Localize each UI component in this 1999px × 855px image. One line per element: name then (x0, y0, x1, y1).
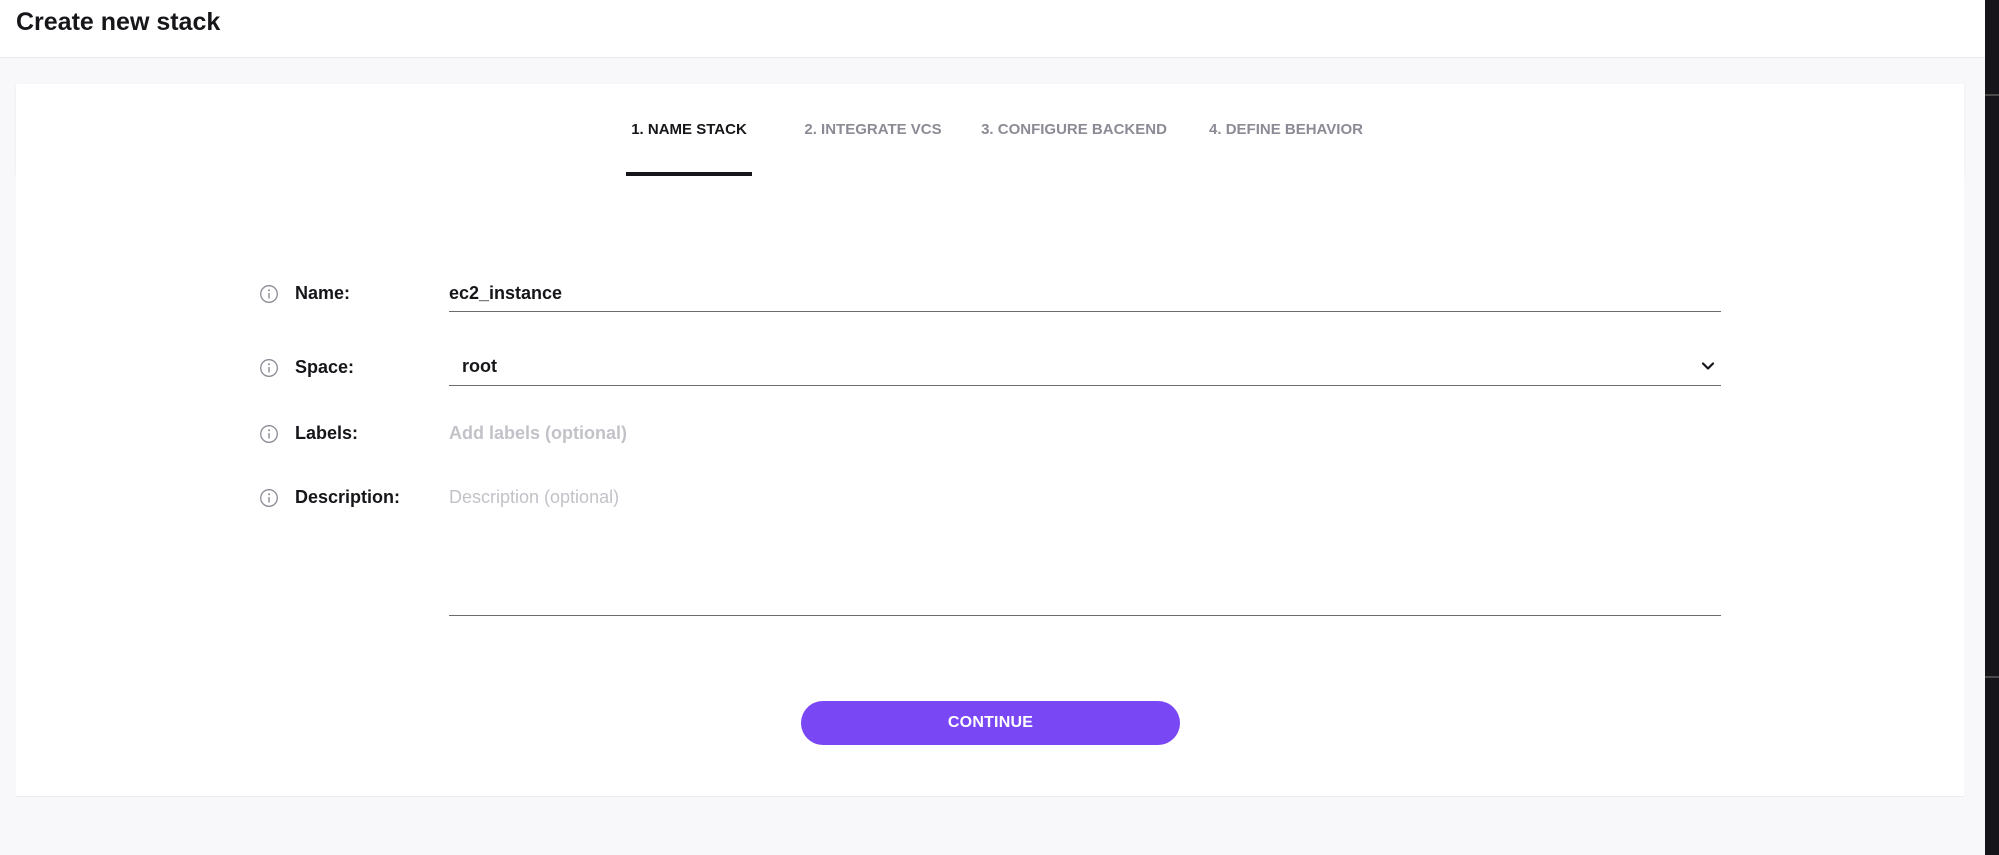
description-input[interactable] (449, 487, 1721, 616)
wizard-steps: 1. NAME STACK 2. INTEGRATE VCS 3. CONFIG… (16, 84, 1964, 176)
space-selected-value: root (462, 356, 497, 376)
page-title: Create new stack (16, 8, 221, 36)
window-edge-mark (1985, 676, 1999, 678)
window-edge-mark (1985, 94, 1999, 96)
continue-button[interactable]: CONTINUE (801, 701, 1180, 745)
description-label: Description: (295, 487, 401, 507)
description-info-icon[interactable] (259, 488, 279, 508)
stack-form: Name: Space: root Labels: De (16, 176, 1964, 797)
name-label: Name: (295, 283, 351, 303)
tab-name-stack[interactable]: 1. NAME STACK (626, 84, 752, 176)
labels-label: Labels: (295, 423, 359, 443)
window-edge (1985, 0, 1999, 855)
name-info-icon[interactable] (259, 284, 279, 304)
page-header: Create new stack (0, 0, 1985, 58)
space-select[interactable]: root (449, 347, 1721, 386)
tab-define-behavior[interactable]: 4. DEFINE BEHAVIOR (1189, 84, 1383, 176)
labels-info-icon[interactable] (259, 424, 279, 444)
labels-input[interactable] (449, 418, 1721, 448)
tab-configure-backend[interactable]: 3. CONFIGURE BACKEND (968, 84, 1180, 176)
create-stack-page: Create new stack 1. NAME STACK 2. INTEGR… (0, 0, 1985, 855)
chevron-down-icon (1701, 362, 1715, 370)
space-label: Space: (295, 357, 355, 377)
space-info-icon[interactable] (259, 358, 279, 378)
tab-integrate-vcs[interactable]: 2. INTEGRATE VCS (788, 84, 958, 176)
name-input[interactable] (449, 275, 1721, 312)
